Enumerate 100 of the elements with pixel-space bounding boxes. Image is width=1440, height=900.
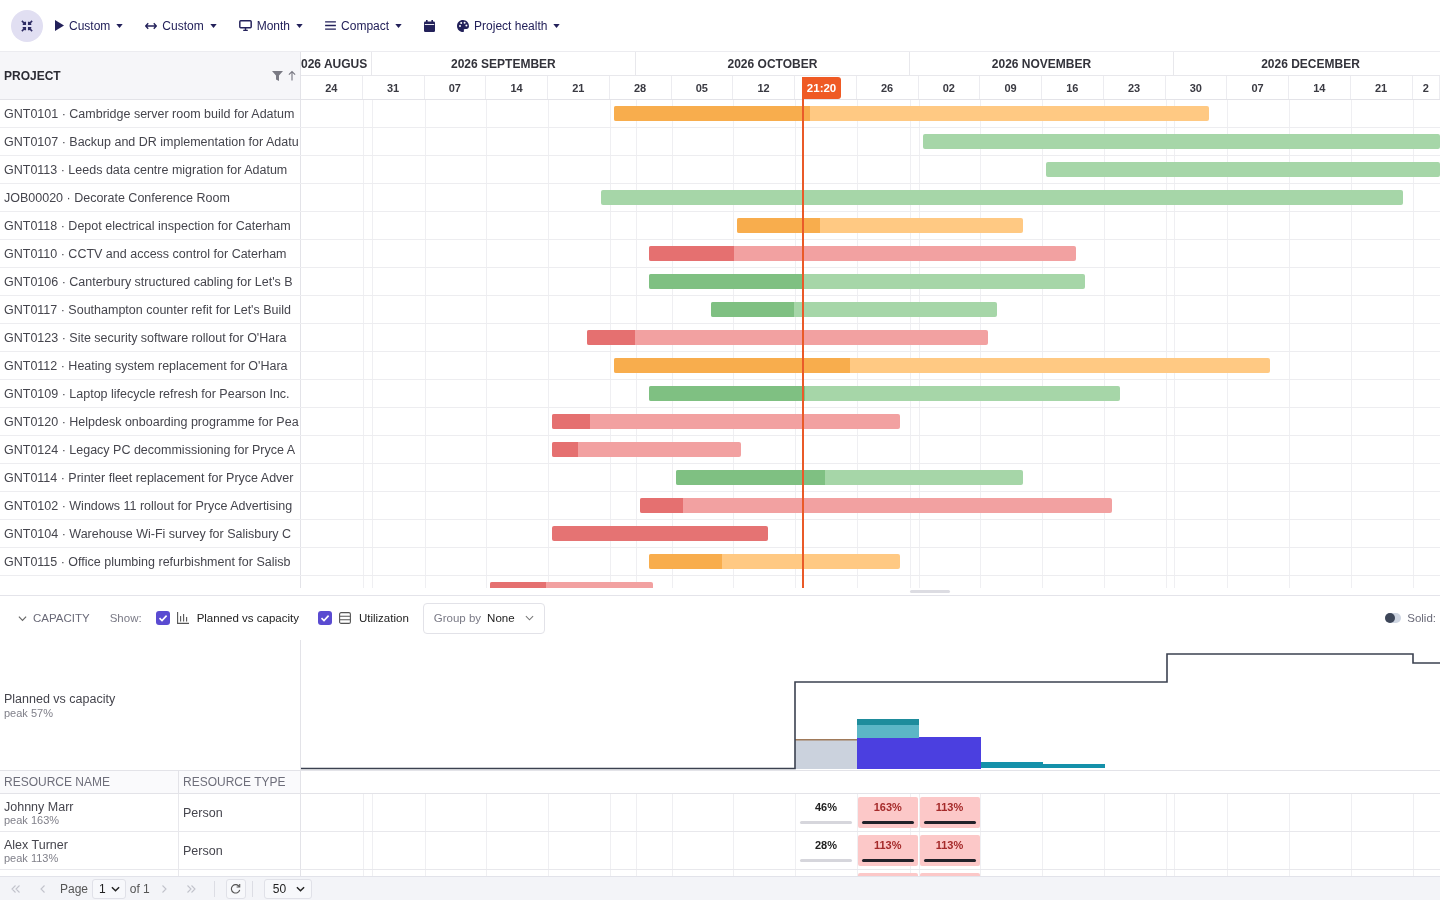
solid-switch[interactable]: [1385, 613, 1402, 623]
task-bar[interactable]: [640, 498, 1112, 513]
chevron-left-icon: [39, 884, 45, 893]
column-header[interactable]: RESOURCE NAME: [0, 771, 179, 793]
resource-name: Johnny Marr: [4, 799, 74, 814]
task-bar[interactable]: [613, 106, 1209, 121]
project-name: GNT0120 · Helpdesk onboarding programme for Pea: [4, 414, 299, 429]
peak-label: peak 113%: [4, 851, 59, 864]
utilization-value: 46%: [814, 801, 838, 813]
month-heading: 2026 NOVEMBER: [909, 52, 1175, 75]
resource-type: Person: [183, 805, 223, 820]
list-icon: [325, 21, 337, 30]
refresh-button[interactable]: [225, 878, 246, 899]
toggle-label[interactable]: Utilization: [358, 612, 409, 624]
bar-chart-icon: [176, 612, 189, 624]
toolbar-button[interactable]: Month: [238, 13, 304, 38]
resource-type: Person: [183, 843, 223, 858]
page-count: of 1: [129, 881, 150, 896]
task-bar[interactable]: [649, 554, 900, 569]
project-name: GNT0110 · CCTV and access control for Caterham: [4, 246, 287, 261]
project-name: GNT0106 · Canterbury structured cabling for Let's B: [4, 274, 293, 289]
month-heading: 2026 DECEMBER: [1174, 52, 1440, 75]
caret-icon: [209, 23, 217, 28]
chart-title: Planned vs capacity: [4, 691, 116, 706]
chevron-down-icon: [18, 613, 27, 623]
refresh-icon: [230, 883, 242, 894]
double-chevron-left-icon: [10, 884, 20, 893]
week-heading: 07: [448, 81, 461, 94]
capacity-toggle[interactable]: CAPACITY: [18, 612, 90, 624]
project-name: GNT0107 · Backup and DR implementation for Adatu: [4, 134, 299, 149]
project-name: GNT0115 · Office plumbing refurbishment for Salisb: [4, 554, 291, 569]
page-size-select[interactable]: 50: [263, 878, 313, 899]
page-select[interactable]: 1: [92, 878, 126, 899]
week-heading: 31: [387, 81, 400, 94]
week-heading: 14: [510, 81, 523, 94]
utilization-bar: [861, 821, 914, 824]
utilization-value: 113%: [873, 839, 903, 851]
toolbar-button[interactable]: Project health: [457, 13, 561, 38]
task-bar[interactable]: [649, 246, 1077, 261]
utilization-value: 28%: [814, 839, 838, 851]
filter-icon[interactable]: [272, 70, 283, 81]
task-bar[interactable]: [552, 442, 742, 457]
week-heading: 14: [1313, 81, 1326, 94]
project-name: GNT0114 · Printer fleet replacement for Pryce Adver: [4, 470, 294, 485]
task-bar[interactable]: [675, 470, 1024, 485]
checkbox[interactable]: [155, 611, 170, 625]
toolbar-button[interactable]: Custom: [55, 13, 124, 38]
month-heading: 026 AUGUS: [301, 52, 372, 75]
task-bar[interactable]: [613, 358, 1271, 373]
play-icon: [55, 20, 64, 31]
column-header[interactable]: RESOURCE TYPE: [179, 771, 301, 793]
project-name: GNT0113 · Leeds data centre migration for Adatum: [4, 162, 288, 177]
task-bar[interactable]: [649, 386, 1121, 401]
palette-icon: [457, 19, 470, 32]
scrollbar-thumb[interactable]: [910, 590, 950, 593]
task-bar[interactable]: [587, 330, 989, 345]
sort-up-arrow-icon[interactable]: [288, 70, 296, 81]
double-chevron-right-icon: [187, 884, 197, 893]
utilization-bar: [923, 859, 976, 862]
toggle-label[interactable]: Planned vs capacity: [196, 612, 299, 624]
project-name: GNT0112 · Heating system replacement for O'Hara: [4, 358, 288, 373]
task-bar[interactable]: [1046, 162, 1440, 177]
utilization-bar: [861, 859, 914, 862]
task-bar[interactable]: [737, 218, 1024, 233]
task-bar[interactable]: [552, 414, 900, 429]
week-heading: 02: [942, 81, 955, 94]
task-bar[interactable]: [710, 302, 997, 317]
task-bar[interactable]: [649, 274, 1086, 289]
collapse-button[interactable]: [11, 9, 43, 42]
switch-label: Solid:: [1407, 612, 1436, 624]
task-bar[interactable]: [600, 190, 1403, 205]
caret-icon: [395, 23, 403, 28]
peak-label: peak 57%: [4, 706, 53, 719]
resource-name: Alex Turner: [4, 837, 68, 852]
column-title: PROJECT: [4, 68, 61, 83]
week-heading: 23: [1128, 81, 1141, 94]
week-heading: 09: [1004, 81, 1017, 94]
chevron-down-icon: [524, 615, 534, 621]
utilization-value: 113%: [934, 839, 965, 851]
table-icon: [338, 612, 351, 624]
checkbox[interactable]: [317, 611, 332, 625]
toolbar-button[interactable]: Compact: [325, 13, 403, 38]
horizontal-arrows-icon: [145, 21, 158, 30]
week-heading: 24: [325, 81, 338, 94]
caret-icon: [296, 23, 304, 28]
current-time-label: 21:20: [801, 77, 842, 99]
group-by-dropdown[interactable]: Group by None: [422, 602, 545, 634]
task-bar[interactable]: [552, 526, 768, 541]
caret-icon: [116, 23, 124, 28]
project-name: GNT0101 · Cambridge server room build for Adatum: [4, 106, 295, 121]
column-header[interactable]: PROJECT: [0, 52, 301, 100]
toolbar-button[interactable]: Custom: [145, 13, 217, 38]
chevron-right-icon: [162, 884, 168, 893]
task-bar[interactable]: [922, 134, 1440, 149]
week-heading: 2: [1422, 81, 1429, 94]
project-name: GNT0124 · Legacy PC decommissioning for Pryce A: [4, 442, 296, 457]
project-name: GNT0118 · Depot electrical inspection for Caterham: [4, 218, 291, 233]
utilization-value: 113%: [934, 801, 965, 813]
chevron-down-icon: [296, 885, 306, 892]
project-name: GNT0123 · Site security software rollout for O'Hara: [4, 330, 287, 345]
